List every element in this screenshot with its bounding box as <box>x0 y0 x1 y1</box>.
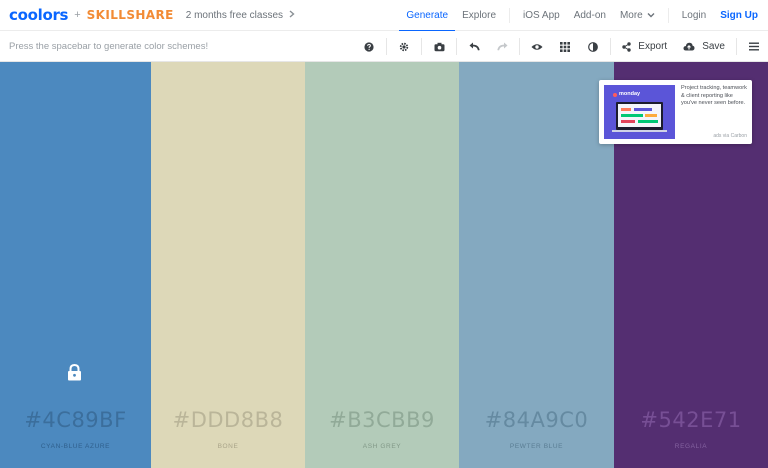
nav-generate-label: Generate <box>406 10 449 21</box>
color-name: CYAN-BLUE AZURE <box>40 443 111 450</box>
nav-add-on-label: Add-on <box>573 10 606 21</box>
chevron-down-icon <box>647 11 655 20</box>
nav-more-label: More <box>619 10 643 21</box>
skillshare-logo[interactable]: SKILLSHARE <box>87 8 174 22</box>
gear-icon[interactable] <box>390 31 418 62</box>
coolors-logo[interactable]: coolors <box>9 6 68 24</box>
hex-code[interactable]: #4C89BF <box>0 408 151 432</box>
ad-image[interactable]: monday <box>604 85 675 139</box>
save-button[interactable]: Save <box>675 31 733 62</box>
ad-chart-bar <box>621 108 631 111</box>
color-name: BONE <box>217 443 239 450</box>
chevron-right-icon <box>289 9 295 21</box>
ad-via-carbon[interactable]: ads via Carbon <box>713 133 747 139</box>
eye-icon[interactable] <box>523 31 551 62</box>
laptop-screen <box>618 104 661 127</box>
nav-explore[interactable]: Explore <box>455 0 503 31</box>
camera-icon[interactable] <box>425 31 453 62</box>
nav-divider <box>667 8 669 23</box>
ad-chart-bar <box>621 120 635 123</box>
ad-brand: monday <box>619 91 641 97</box>
ad-chart-bar <box>634 108 652 111</box>
hex-code[interactable]: #B3CBB9 <box>305 408 459 432</box>
ad-chart-bar <box>638 120 658 123</box>
export-label: Export <box>638 41 668 52</box>
nav-explore-label: Explore <box>462 10 496 21</box>
export-button[interactable]: Export <box>614 31 675 62</box>
plus-sign: + <box>74 9 81 21</box>
nav-ios-app[interactable]: iOS App <box>516 0 567 31</box>
top-navbar: coolors + SKILLSHARE 2 months free class… <box>0 0 768 32</box>
toolbar-actions: Export Save <box>355 31 768 62</box>
promo-link[interactable]: 2 months free classes <box>186 10 295 21</box>
swatch-1[interactable]: #4C89BF CYAN-BLUE AZURE <box>0 62 151 468</box>
nav-login-label: Login <box>681 10 707 21</box>
laptop-illustration <box>616 102 663 130</box>
nav-sign-up[interactable]: Sign Up <box>713 0 768 31</box>
lock-icon[interactable] <box>67 363 82 386</box>
promo-text: 2 months free classes <box>185 9 283 21</box>
carbon-ad[interactable]: monday Project tracking, teamwork & clie… <box>599 80 752 144</box>
swatch-3[interactable]: #B3CBB9 ASH GREY <box>305 62 459 468</box>
toolbar-divider <box>736 38 737 55</box>
nav-login[interactable]: Login <box>675 0 713 31</box>
ad-chart-bar <box>621 114 643 117</box>
menu-icon[interactable] <box>740 31 768 62</box>
ad-text[interactable]: Project tracking, teamwork & client repo… <box>681 85 749 108</box>
toolbar-divider <box>519 38 521 55</box>
toolbar-divider <box>386 38 388 55</box>
cloud-upload-icon <box>683 42 695 51</box>
ad-chart-bar <box>645 114 657 117</box>
share-icon <box>622 41 631 52</box>
nav-ios-app-label: iOS App <box>523 10 560 21</box>
nav-add-on[interactable]: Add-on <box>567 0 613 31</box>
nav-generate[interactable]: Generate <box>399 0 455 32</box>
laptop-base <box>612 130 667 132</box>
contrast-icon[interactable] <box>579 31 607 62</box>
grid-icon[interactable] <box>551 31 579 62</box>
coolors-app: coolors + SKILLSHARE 2 months free class… <box>0 0 768 468</box>
undo-icon[interactable] <box>460 31 488 62</box>
save-label: Save <box>702 41 725 52</box>
monday-logo-icon <box>613 93 617 97</box>
nav-sign-up-label: Sign Up <box>720 10 758 21</box>
spacebar-hint: Press the spacebar to generate color sch… <box>9 40 209 52</box>
swatch-2[interactable]: #DDD8B8 BONE <box>151 62 305 468</box>
toolbar-divider <box>421 38 423 55</box>
nav-more[interactable]: More <box>613 0 662 31</box>
color-name: PEWTER BLUE <box>509 443 564 450</box>
color-name: ASH GREY <box>362 443 402 450</box>
toolbar-divider <box>456 38 458 55</box>
redo-icon[interactable] <box>488 31 516 62</box>
help-icon[interactable] <box>355 31 383 62</box>
swatch-4[interactable]: #84A9C0 PEWTER BLUE <box>459 62 614 468</box>
hex-code[interactable]: #DDD8B8 <box>151 408 305 432</box>
nav-divider <box>509 8 510 23</box>
hex-code[interactable]: #542E71 <box>614 408 768 432</box>
color-name: REGALIA <box>674 443 708 450</box>
toolbar: Press the spacebar to generate color sch… <box>0 31 768 62</box>
brand-area: coolors + SKILLSHARE 2 months free class… <box>0 0 295 31</box>
hex-code[interactable]: #84A9C0 <box>459 408 614 432</box>
main-nav: Generate Explore iOS App Add-on More Log… <box>399 0 768 32</box>
toolbar-divider <box>610 38 612 55</box>
